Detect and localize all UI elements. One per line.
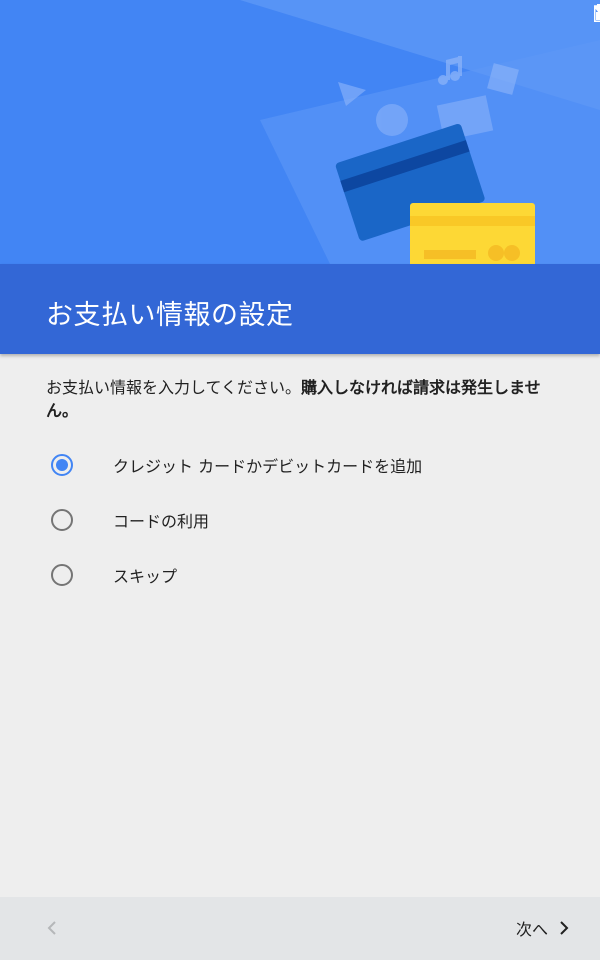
radio-button-redeem-code[interactable]	[51, 509, 73, 531]
radio-button-add-card[interactable]	[51, 454, 73, 476]
battery-icon	[594, 4, 600, 22]
back-button[interactable]	[30, 908, 74, 948]
option-add-card[interactable]: クレジット カードかデビットカードを追加	[40, 440, 560, 490]
header-background	[0, 0, 600, 264]
option-label: スキップ	[113, 567, 178, 586]
chevron-left-icon	[47, 921, 56, 935]
option-label: クレジット カードかデビットカードを追加	[113, 457, 423, 476]
bottom-navigation-bar: 次へ	[0, 897, 600, 960]
option-skip[interactable]: スキップ	[40, 550, 560, 600]
header-illustration	[0, 0, 600, 264]
chevron-right-icon	[560, 921, 569, 935]
option-redeem-code[interactable]: コードの利用	[40, 495, 560, 545]
page-title: お支払い情報の設定	[46, 300, 294, 331]
description-regular: お支払い情報を入力してください。	[46, 378, 302, 397]
option-label: コードの利用	[113, 512, 210, 531]
radio-button-skip[interactable]	[51, 564, 73, 586]
next-label: 次へ	[515, 920, 548, 939]
payment-setup-screen: お支払い情報の設定 お支払い情報を入力してください。購入しなければ請求は発生しま…	[0, 0, 600, 960]
description-text: お支払い情報を入力してください。購入しなければ請求は発生しません。	[46, 376, 561, 422]
next-button[interactable]: 次へ	[516, 908, 570, 948]
